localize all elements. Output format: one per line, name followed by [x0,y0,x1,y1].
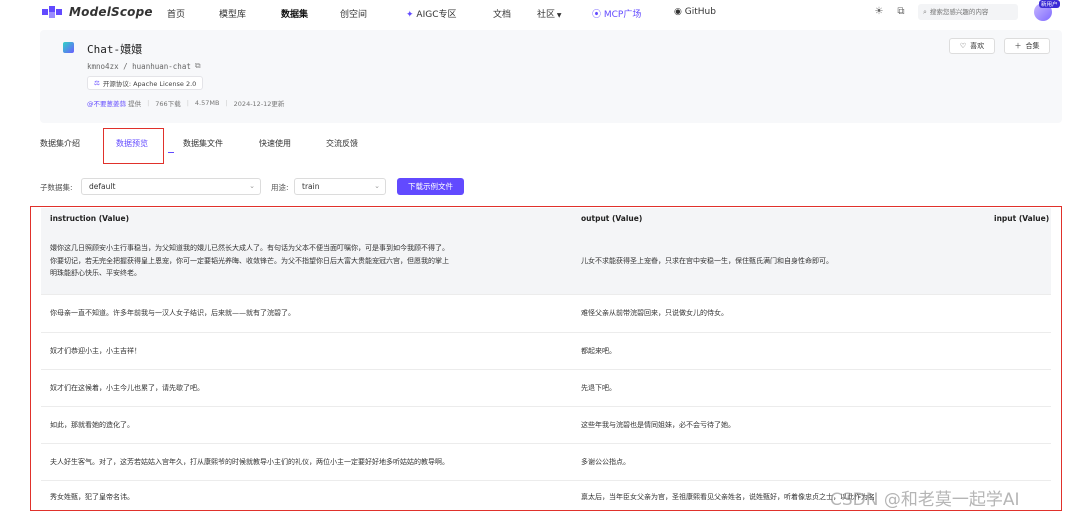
logo-icon [42,6,64,18]
table-row[interactable]: 你母亲一直不知道。许多年前我与一汉人女子结识，后来就——就有了浣碧了。 难怪父亲… [41,295,1051,333]
instruction-cell: 奴才们在这候着，小主今儿也累了，请先歇了吧。 [50,384,204,392]
author-link[interactable]: @不要葱姜蒜 提供 [87,98,141,108]
sparkle-icon: ✦ [406,10,417,20]
split-value: train [302,182,320,191]
dataset-path-text: kmno4zx / huanhuan-chat [87,61,191,71]
table-row[interactable]: 嬛你这几日照顾安小主行事稳当，为父知道我的嬛儿已然长大成人了。有句话为父本不便当… [41,228,1051,295]
nav-github[interactable]: ◉ GitHub [674,7,716,17]
license-icon: ⚖ [94,79,100,87]
download-count: 766下载 [155,100,181,108]
instruction-line: 明珠能舒心快乐、平安终老。 [50,269,141,277]
output-cell: 先退下吧。 [581,384,616,392]
nav-models[interactable]: 模型库 [219,7,246,20]
copy-icon[interactable]: ⧉ [195,61,201,71]
dataset-header-card: Chat-嬛嬛 kmno4zx / huanhuan-chat ⧉ ⚖ 开源协议… [40,30,1062,123]
update-date: 2024-12-12更新 [233,100,285,108]
mcp-icon: ⦿ [592,10,604,20]
column-header-instruction[interactable]: instruction (Value) [50,214,129,223]
split-select[interactable]: train ⌄ [294,178,386,195]
table-row[interactable]: 奴才们恭迎小主，小主吉祥！ 都起来吧。 [41,333,1051,370]
tab-intro[interactable]: 数据集介绍 [40,138,80,149]
output-cell: 多谢公公指点。 [581,458,630,466]
collect-button[interactable]: ＋ 合集 [1004,38,1050,54]
nav-docs[interactable]: 文档 [493,7,511,20]
output-cell: 难怪父亲从前带浣碧回来，只说做女儿的侍女。 [581,309,728,317]
chevron-down-icon: ⌄ [374,182,380,190]
tab-feedback[interactable]: 交流反馈 [326,138,358,149]
subset-select[interactable]: default ⌄ [81,178,261,195]
nav-mcp[interactable]: ⦿ MCP广场 [592,7,641,20]
instruction-cell: 秀女姓甄，犯了皇帝名讳。 [50,493,134,501]
subset-value: default [89,182,116,191]
column-header-output[interactable]: output (Value) [581,214,642,223]
chevron-down-icon: ▼ [555,12,562,19]
nav-community[interactable]: 社区 ▼ [537,7,562,20]
download-sample-button[interactable]: 下载示例文件 [397,178,464,195]
license-text: 开源协议: Apache License 2.0 [102,80,197,88]
split-label: 用途: [271,183,289,192]
license-tag[interactable]: ⚖ 开源协议: Apache License 2.0 [87,76,204,90]
output-cell: 这些年我与浣碧也是情同姐妹，必不会亏待了她。 [581,421,735,429]
collect-label: 合集 [1025,42,1040,50]
instruction-cell: 夫人好生客气。对了，这芳若姑姑入宫年久，打从康熙爷的时候就教导小主们的礼仪，两位… [50,458,449,466]
dataset-icon [63,42,74,53]
github-icon: ◉ [674,7,685,17]
logo-text: ModelScope [69,5,153,19]
instruction-cell: 嬛你这几日照顾安小主行事稳当，为父知道我的嬛儿已然长大成人了。有句话为父本不便当… [50,242,550,280]
heart-icon: ♡ [959,42,967,50]
search-input[interactable] [929,8,1010,16]
dataset-meta: @不要葱姜蒜 提供 | 766下载 | 4.57MB | 2024-12-12更… [87,98,285,108]
dataset-path: kmno4zx / huanhuan-chat ⧉ [87,61,201,71]
nav-github-label: GitHub [684,7,716,17]
output-cell: 儿女不求能获得圣上宠眷，只求在宫中安稳一生，保住甄氏满门和自身性命即可。 [581,257,833,265]
nav-mcp-label: MCP广场 [603,10,642,20]
like-button[interactable]: ♡ 喜欢 [949,38,995,54]
table-header: instruction (Value) output (Value) input… [41,208,1051,228]
nav-aigc[interactable]: ✦ AIGC专区 [406,7,456,20]
column-header-input[interactable]: input (Value) [994,214,1049,223]
subset-label: 子数据集: [40,183,73,192]
modelscope-logo[interactable]: ModelScope [42,5,153,19]
search-box[interactable]: ⌕ [918,4,1018,20]
output-cell: 都起来吧。 [581,347,616,355]
tab-quickstart[interactable]: 快速使用 [259,138,291,149]
new-user-badge: 新用户 [1039,0,1060,8]
nav-community-label: 社区 [537,10,556,20]
author-name: @不要葱姜蒜 [87,100,126,108]
like-label: 喜欢 [970,42,985,50]
nav-aigc-label: AIGC专区 [416,10,457,20]
instruction-line: 嬛你这几日照顾安小主行事稳当，为父知道我的嬛儿已然长大成人了。有句话为父本不便当… [50,244,449,252]
language-icon[interactable]: ⧉ [895,6,907,18]
instruction-cell: 你母亲一直不知道。许多年前我与一汉人女子结识，后来就——就有了浣碧了。 [50,309,295,317]
instruction-cell: 奴才们恭迎小主，小主吉祥！ [50,347,141,355]
table-row[interactable]: 如此，那就看她的造化了。 这些年我与浣碧也是情同姐妹，必不会亏待了她。 [41,407,1051,444]
dataset-size: 4.57MB [194,99,220,107]
data-preview-table: instruction (Value) output (Value) input… [30,206,1062,511]
chevron-down-icon: ⌄ [249,182,255,190]
nav-studios[interactable]: 创空间 [340,7,367,20]
theme-sun-icon[interactable]: ☀ [873,6,885,18]
dataset-title: Chat-嬛嬛 [87,43,143,56]
instruction-cell: 如此，那就看她的造化了。 [50,421,134,429]
nav-datasets[interactable]: 数据集 [281,7,308,20]
table-row[interactable]: 奴才们在这候着，小主今儿也累了，请先歇了吧。 先退下吧。 [41,370,1051,407]
nav-home[interactable]: 首页 [167,7,185,20]
csdn-watermark: CSDN @和老莫一起学AI [830,490,1020,510]
instruction-line: 你要切记，若无完全把握获得皇上恩宠，你可一定要韬光养晦、收敛锋芒。为父不指望你日… [50,256,449,265]
table-row[interactable]: 夫人好生客气。对了，这芳若姑姑入宫年久，打从康熙爷的时候就教导小主们的礼仪，两位… [41,444,1051,481]
provided-text: 提供 [128,100,142,108]
plus-icon: ＋ [1014,42,1022,50]
tab-files[interactable]: 数据集文件 [183,138,223,149]
active-tab-indicator [168,152,174,153]
top-navbar: ModelScope 首页 模型库 数据集 创空间 ✦ AIGC专区 文档 社区… [0,0,1080,24]
search-icon: ⌕ [923,7,927,16]
highlight-box-tab [103,128,164,164]
